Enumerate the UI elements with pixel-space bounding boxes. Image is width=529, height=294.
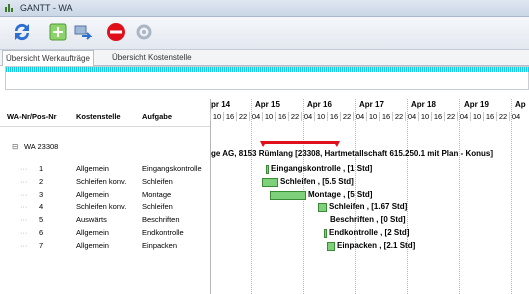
day-label: Apr 17 [359,100,384,109]
column-header-kostenstelle[interactable]: Kostenstelle [76,112,121,121]
task-label: Montage , [5 Std] [308,190,373,199]
settings-icon[interactable] [132,20,156,44]
task-label: Endkontrolle , [2 Std] [329,228,410,237]
task-bar[interactable] [266,165,269,174]
day-label: pr 14 [211,100,231,109]
tree-connector: ··· [20,202,28,211]
summary-bar[interactable] [260,141,340,149]
pos-number[interactable]: 3 [39,190,43,199]
kostenstelle-cell[interactable]: Auswärts [76,215,107,224]
kostenstelle-cell[interactable]: Allgemein [76,228,109,237]
pos-number[interactable]: 7 [39,241,43,250]
header-divider [0,126,210,127]
hour-label: 22 [392,112,405,121]
grid-splitter[interactable] [210,99,211,294]
day-separator [511,99,512,294]
tree-connector: ··· [20,190,28,199]
day-separator [407,99,408,294]
day-separator [251,99,252,294]
title-bar: GANTT - WA [0,0,529,17]
column-header-aufgabe[interactable]: Aufgabe [142,112,172,121]
day-separator [459,99,460,294]
add-icon[interactable] [46,20,70,44]
kostenstelle-cell[interactable]: Schleifen konv. [76,202,126,211]
task-label: Beschriften , [0 Std] [330,215,406,224]
hour-label: 16 [327,112,340,121]
hour-label: 16 [483,112,496,121]
kostenstelle-cell[interactable]: Allgemein [76,241,109,250]
day-label: Ap [515,100,526,109]
day-label: Apr 19 [464,100,489,109]
toolbar [0,17,529,50]
hour-label: 16 [275,112,288,121]
column-header-pos[interactable]: WA-Nr/Pos-Nr [7,112,57,121]
hour-label: 16 [223,112,236,121]
kostenstelle-cell[interactable]: Schleifen konv. [76,177,126,186]
hour-label: 16 [379,112,392,121]
aufgabe-cell[interactable]: Montage [142,190,171,199]
task-label: Schleifen , [1.67 Std] [329,202,408,211]
pos-number[interactable]: 5 [39,215,43,224]
hour-label: 10 [366,112,379,121]
pos-number[interactable]: 2 [39,177,43,186]
wa-summary-label: ge AG, 8153 Rümlang [23308, Hartmetallsc… [211,149,494,158]
pos-number[interactable]: 1 [39,164,43,173]
pos-number[interactable]: 4 [39,202,43,211]
day-label: Apr 15 [255,100,280,109]
aufgabe-cell[interactable]: Schleifen [142,202,173,211]
task-bar[interactable] [318,203,327,212]
tree-connector: ··· [20,215,28,224]
tab-werkauftraege[interactable]: Übersicht Werkaufträge [2,50,94,66]
tree-connector: ··· [20,177,28,186]
task-bar[interactable] [327,242,335,251]
hour-label: 22 [288,112,301,121]
task-bar[interactable] [324,229,327,238]
aufgabe-cell[interactable]: Einpacken [142,241,177,250]
day-label: Apr 18 [411,100,436,109]
hour-label: 22 [444,112,457,121]
hour-label: 10 [470,112,483,121]
aufgabe-cell[interactable]: Endkontrolle [142,228,184,237]
aufgabe-cell[interactable]: Eingangskontrolle [142,164,202,173]
kostenstelle-cell[interactable]: Allgemein [76,164,109,173]
task-bar[interactable] [262,178,278,187]
tree-connector: ··· [20,164,28,173]
wa-node-label[interactable]: WA 23308 [24,142,58,151]
tree-connector: ··· [20,241,28,250]
task-label: Schleifen , [5.5 Std] [280,177,354,186]
day-label: Apr 16 [307,100,332,109]
refresh-icon[interactable] [10,20,34,44]
task-label: Einpacken , [2.1 Std] [337,241,416,250]
hour-label: 10 [418,112,431,121]
kostenstelle-cell[interactable]: Allgemein [76,190,109,199]
hour-label: 22 [236,112,249,121]
hour-label: 22 [340,112,353,121]
aufgabe-cell[interactable]: Beschriften [142,215,180,224]
hour-label: 10 [210,112,223,121]
task-bar[interactable] [270,191,306,200]
gantt-app-icon [5,4,13,12]
timeline-overview-strip[interactable] [6,67,529,72]
aufgabe-cell[interactable]: Schleifen [142,177,173,186]
tab-bar: Übersicht Werkaufträge Übersicht Kostens… [0,50,529,66]
hour-label: 10 [314,112,327,121]
tree-connector: ··· [20,228,28,237]
hour-scale: 10 16 22 04 10 16 22 04 10 16 22 04 10 16 22 04 10 16 22 04… [210,112,529,123]
hour-label: 16 [431,112,444,121]
task-label: Eingangskontrolle , [1 Std] [271,164,373,173]
pos-number[interactable]: 6 [39,228,43,237]
tab-kostenstelle[interactable]: Übersicht Kostenstelle [109,50,195,65]
hour-label: 22 [496,112,509,121]
delete-icon[interactable] [104,20,128,44]
move-task-icon[interactable] [72,20,96,44]
collapse-toggle-icon[interactable]: ⊟ [12,142,18,151]
window-title: GANTT - WA [20,3,73,13]
hour-label: 10 [262,112,275,121]
